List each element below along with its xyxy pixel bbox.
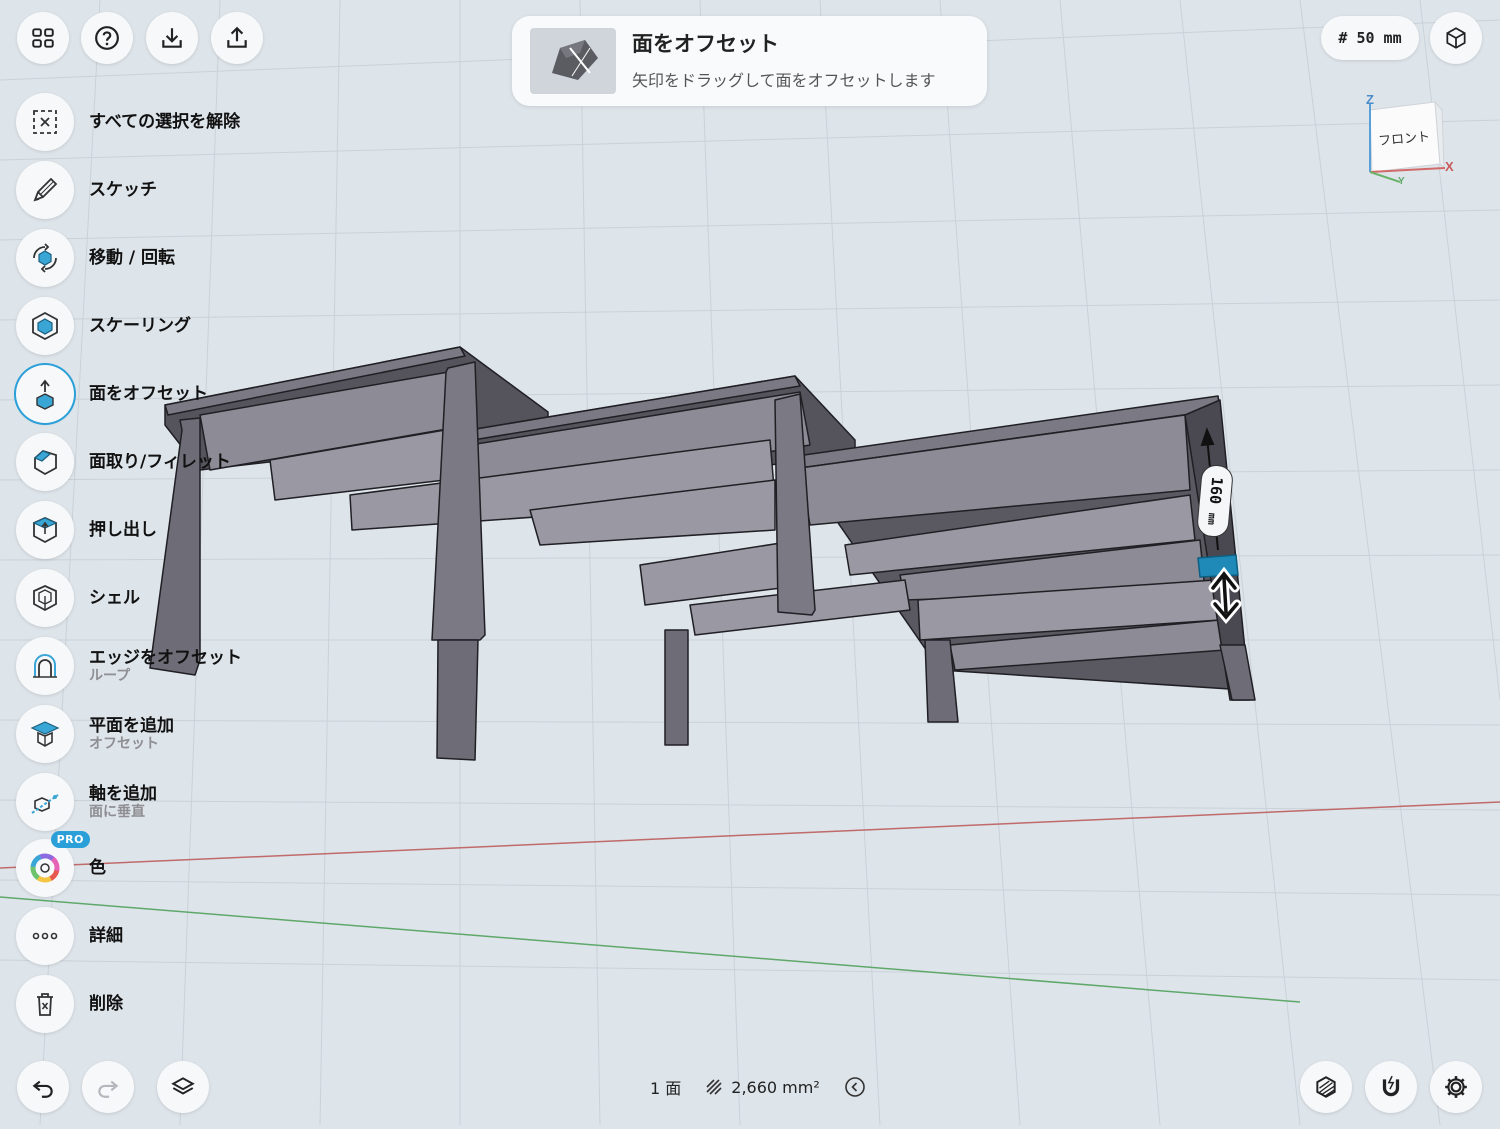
help-icon — [95, 26, 119, 50]
tool-label: エッジをオフセット — [89, 648, 242, 668]
tool-label: 平面を追加 — [89, 716, 174, 736]
hint-thumbnail — [530, 28, 616, 94]
hint-title: 面をオフセット — [632, 32, 779, 56]
tool-shell[interactable]: シェル — [16, 568, 140, 628]
layers-button[interactable] — [157, 1061, 209, 1113]
tool-label: 押し出し — [89, 520, 157, 540]
scale-icon — [32, 311, 58, 341]
extrude-icon — [32, 517, 58, 544]
add-axis-icon — [31, 794, 59, 814]
more-icon — [32, 932, 58, 940]
view-cube[interactable]: フロント Z X Y — [1360, 92, 1460, 192]
view-mode-button[interactable] — [1430, 12, 1482, 64]
layers-icon — [171, 1077, 195, 1095]
tool-label: 詳細 — [89, 926, 123, 946]
export-button[interactable] — [211, 12, 263, 64]
y-axis-label: Y — [1398, 176, 1405, 187]
tool-delete[interactable]: 削除 — [16, 974, 123, 1034]
tool-add-axis[interactable]: 軸を追加 面に垂直 — [16, 772, 157, 832]
download-icon — [162, 28, 182, 48]
add-plane-icon — [30, 721, 60, 747]
app-menu-button[interactable] — [17, 12, 69, 64]
tool-offset-edge[interactable]: エッジをオフセット ループ — [16, 636, 242, 696]
pro-badge: PRO — [50, 831, 90, 848]
undo-icon — [32, 1080, 53, 1098]
tool-color[interactable]: PRO 色 — [16, 831, 106, 898]
redo-button[interactable] — [82, 1061, 134, 1113]
grid-icon — [32, 28, 54, 48]
redo-icon — [98, 1080, 119, 1098]
trash-icon — [37, 993, 53, 1016]
render-mode-button[interactable] — [1300, 1061, 1352, 1113]
tool-label: 削除 — [89, 994, 123, 1014]
move-rotate-icon — [33, 243, 57, 273]
hatch-area-icon — [706, 1079, 722, 1095]
gear-icon — [1445, 1076, 1467, 1098]
chamfer-fillet-icon — [33, 449, 57, 476]
import-button[interactable] — [146, 12, 198, 64]
tool-label: 面をオフセット — [89, 384, 208, 404]
tool-chamfer-fillet[interactable]: 面取り/フィレット — [16, 432, 231, 492]
tool-sublabel: 面に垂直 — [89, 804, 145, 820]
tool-move-rotate[interactable]: 移動 / 回転 — [16, 228, 175, 288]
tool-deselect-all[interactable]: すべての選択を解除 — [16, 92, 240, 152]
selected-face[interactable] — [1197, 554, 1239, 578]
magnet-icon — [1382, 1075, 1400, 1097]
hint-description: 矢印をドラッグして面をオフセットします — [632, 71, 936, 90]
x-axis-label: X — [1445, 159, 1454, 174]
tool-scaling[interactable]: スケーリング — [16, 296, 191, 356]
offset-face-icon — [36, 379, 54, 410]
face-count: 1 面 — [650, 1079, 682, 1098]
tool-sketch[interactable]: スケッチ — [16, 160, 157, 220]
tool-add-plane[interactable]: 平面を追加 オフセット — [16, 704, 174, 764]
upload-icon — [227, 26, 247, 48]
shell-icon — [33, 585, 57, 612]
z-axis-label: Z — [1366, 92, 1374, 107]
pencil-icon — [33, 177, 58, 202]
tool-more[interactable]: 詳細 — [16, 906, 123, 966]
tool-label: 色 — [89, 858, 106, 878]
selection-status: 1 面 2,660 mm² — [650, 1075, 866, 1099]
cube-view-icon — [1446, 27, 1466, 49]
face-area: 2,660 mm² — [731, 1077, 820, 1097]
tool-sublabel: ループ — [89, 668, 131, 684]
tool-offset-face[interactable]: 面をオフセット — [16, 364, 208, 424]
settings-button[interactable] — [1430, 1061, 1482, 1113]
tool-label: 面取り/フィレット — [89, 452, 231, 472]
tool-hint-card: 面をオフセット 矢印をドラッグして面をオフセットします — [512, 16, 987, 106]
scene-canvas[interactable] — [0, 0, 1500, 1126]
offset-edge-icon — [33, 654, 57, 678]
grid-size-button[interactable]: # 50 mm — [1321, 16, 1419, 60]
color-wheel-icon — [30, 853, 60, 883]
tool-label: シェル — [89, 588, 140, 608]
tool-extrude[interactable]: 押し出し — [16, 500, 157, 560]
hatched-cube-icon — [1316, 1076, 1336, 1098]
tool-label: スケーリング — [89, 316, 191, 336]
deselect-icon — [33, 110, 57, 134]
tool-sublabel: オフセット — [89, 736, 159, 752]
tool-label: すべての選択を解除 — [89, 112, 241, 132]
tool-label: スケッチ — [89, 180, 157, 200]
tool-label: 軸を追加 — [89, 784, 157, 804]
chevron-left-circle-icon[interactable] — [844, 1076, 866, 1098]
snap-button[interactable] — [1365, 1061, 1417, 1113]
dimension-unit: mm — [1204, 512, 1217, 526]
3d-viewport[interactable] — [0, 0, 1500, 1126]
dimension-value: 160 — [1205, 476, 1227, 505]
undo-button[interactable] — [17, 1061, 69, 1113]
tool-label: 移動 / 回転 — [89, 248, 176, 268]
help-button[interactable] — [81, 12, 133, 64]
